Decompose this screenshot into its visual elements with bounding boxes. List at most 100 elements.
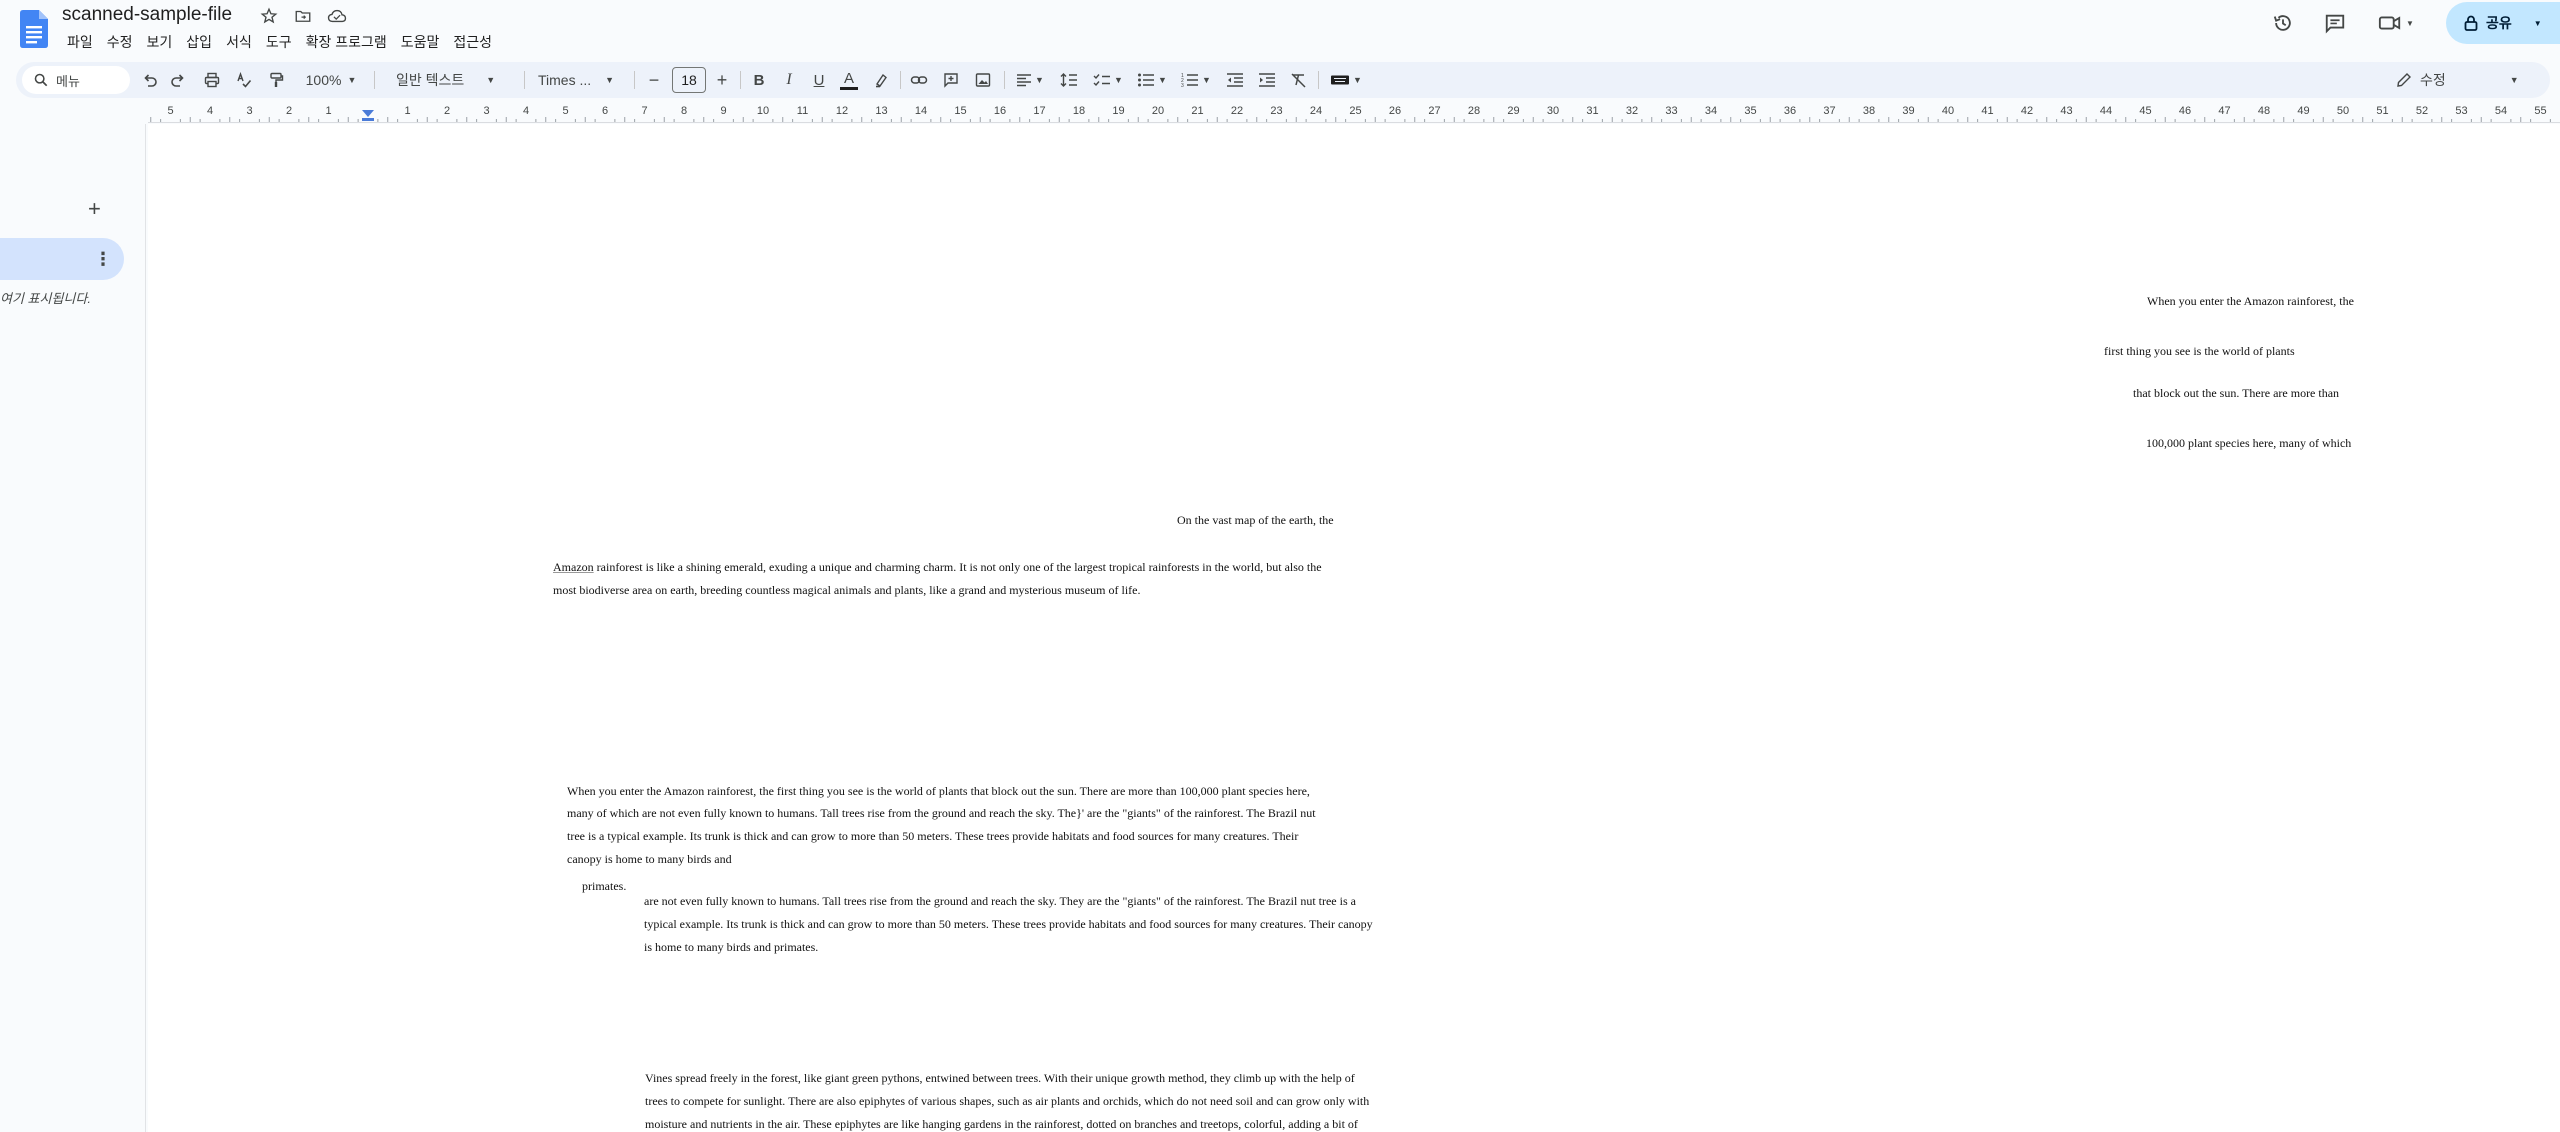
ruler-label: 23	[1270, 105, 1282, 117]
meet-icon[interactable]: ▼	[2372, 9, 2420, 37]
add-comment-icon[interactable]	[938, 67, 964, 93]
ruler-label: 36	[1784, 105, 1796, 117]
font-size-input[interactable]: 18	[672, 67, 706, 93]
comments-icon[interactable]	[2318, 9, 2352, 37]
document-outline-pane: + ⋮ 여기 표시됩니다.	[0, 124, 146, 1132]
doc-line: On the vast map of the earth, the	[1177, 513, 1334, 527]
numbered-list-select[interactable]: 1 2 3 ▼	[1176, 67, 1216, 93]
zoom-value: 100%	[305, 72, 342, 88]
ruler-label: 10	[757, 105, 769, 117]
meet-dropdown-icon[interactable]: ▼	[2406, 19, 2414, 28]
editing-mode-select[interactable]: 수정 ▼	[2396, 67, 2546, 93]
menu-accessibility[interactable]: 접근성	[446, 30, 499, 54]
toolbar-divider	[524, 71, 525, 89]
ruler-label: 4	[207, 105, 213, 117]
ruler-label: 31	[1586, 105, 1598, 117]
doc-line: is home to many birds and primates.	[644, 940, 819, 954]
doc-line: primates.	[582, 879, 627, 893]
undo-icon[interactable]	[138, 67, 162, 93]
print-icon[interactable]	[200, 67, 224, 93]
increase-font-size-icon[interactable]: +	[710, 67, 734, 93]
ruler-label: 22	[1231, 105, 1243, 117]
style-select[interactable]: 일반 텍스트 ▼	[388, 67, 522, 93]
font-value: Times ...	[538, 72, 592, 88]
menu-extensions[interactable]: 확장 프로그램	[299, 30, 394, 54]
editing-mode-label: 수정	[2420, 72, 2446, 88]
add-tab-icon[interactable]: +	[88, 196, 101, 222]
line-spacing-icon[interactable]	[1056, 67, 1082, 93]
menu-view[interactable]: 보기	[140, 30, 180, 54]
keyboard-icon	[1331, 75, 1350, 85]
doc-line: many of which are not even fully known t…	[567, 806, 1316, 820]
decrease-font-size-icon[interactable]: −	[642, 67, 666, 93]
decrease-indent-icon[interactable]	[1222, 67, 1248, 93]
share-button[interactable]: 공유 ▼	[2446, 2, 2560, 44]
doc-line: Vines spread freely in the forest, like …	[645, 1071, 1355, 1085]
ruler-label: 1	[404, 105, 410, 117]
spelling-flagged-word[interactable]: Amazon	[553, 560, 594, 574]
cloud-status-icon[interactable]	[324, 4, 350, 28]
ruler-label: 14	[915, 105, 927, 117]
zoom-select[interactable]: 100% ▼	[298, 67, 364, 93]
menu-search[interactable]: 메뉴	[22, 66, 130, 94]
ruler-label: 17	[1033, 105, 1045, 117]
tab-options-icon[interactable]: ⋮	[94, 249, 112, 270]
ruler-label: 32	[1626, 105, 1638, 117]
share-dropdown-icon[interactable]: ▼	[2534, 19, 2542, 28]
menu-tools[interactable]: 도구	[259, 30, 299, 54]
increase-indent-icon[interactable]	[1254, 67, 1280, 93]
doc-line-rest: rainforest is like a shining emerald, ex…	[593, 560, 1322, 574]
indent-marker-icon[interactable]	[362, 110, 374, 117]
spellcheck-icon[interactable]	[232, 67, 256, 93]
ruler-label: 9	[720, 105, 726, 117]
first-line-indent-icon[interactable]	[362, 118, 374, 121]
document-canvas[interactable]: When you enter the Amazon rainforest, th…	[148, 124, 2560, 1132]
input-tools-dropdown-icon: ▼	[1353, 75, 1362, 85]
move-folder-icon[interactable]	[290, 4, 316, 28]
underline-icon[interactable]: U	[806, 67, 832, 93]
ruler-label: 35	[1744, 105, 1756, 117]
doc-line: typical example. Its trunk is thick and …	[644, 917, 1373, 931]
redo-icon[interactable]	[166, 67, 190, 93]
document-title[interactable]: scanned-sample-file	[62, 4, 232, 26]
align-select[interactable]: ▼	[1010, 67, 1050, 93]
font-select[interactable]: Times ... ▼	[530, 67, 630, 93]
menu-file[interactable]: 파일	[60, 30, 100, 54]
text-color-icon[interactable]: A	[836, 67, 862, 93]
ruler-label: 5	[562, 105, 568, 117]
toolbar-divider	[374, 71, 375, 89]
zoom-dropdown-icon: ▼	[347, 75, 357, 85]
checklist-icon	[1093, 74, 1111, 87]
insert-link-icon[interactable]	[906, 67, 932, 93]
ruler-label: 2	[444, 105, 450, 117]
star-icon[interactable]	[256, 4, 282, 28]
toolbar-divider	[900, 71, 901, 89]
highlight-color-icon[interactable]	[868, 67, 894, 93]
bold-icon[interactable]: B	[746, 67, 772, 93]
doc-line: that block out the sun. There are more t…	[2133, 386, 2340, 400]
version-history-icon[interactable]	[2266, 9, 2300, 37]
style-value: 일반 텍스트	[396, 72, 465, 88]
input-tools-select[interactable]: ▼	[1326, 67, 1366, 93]
ruler-label: 6	[602, 105, 608, 117]
doc-line: are not even fully known to humans. Tall…	[644, 894, 1356, 908]
search-icon	[34, 73, 48, 87]
menu-format[interactable]: 서식	[219, 30, 259, 54]
clear-formatting-icon[interactable]	[1286, 67, 1312, 93]
menu-help[interactable]: 도움말	[394, 30, 447, 54]
insert-image-icon[interactable]	[970, 67, 996, 93]
menu-edit[interactable]: 수정	[100, 30, 140, 54]
italic-icon[interactable]: I	[776, 67, 802, 93]
paint-format-icon[interactable]	[264, 67, 288, 93]
menu-insert[interactable]: 삽입	[179, 30, 219, 54]
ruler-label: 26	[1389, 105, 1401, 117]
horizontal-ruler[interactable]: 5 4 3 2 1 1 2 3 4 5 6 7 8 9 10 11 12 13 14 15 16 17 18 19 20 21 22…	[148, 104, 2560, 124]
ruler-label: 39	[1902, 105, 1914, 117]
ruler-label: 3	[246, 105, 252, 117]
docs-logo-icon[interactable]	[20, 10, 48, 48]
bulleted-list-select[interactable]: ▼	[1132, 67, 1172, 93]
ruler-label: 55	[2534, 105, 2546, 117]
checklist-select[interactable]: ▼	[1088, 67, 1128, 93]
ruler-label: 4	[523, 105, 529, 117]
outline-hint: 여기 표시됩니다.	[0, 291, 91, 306]
